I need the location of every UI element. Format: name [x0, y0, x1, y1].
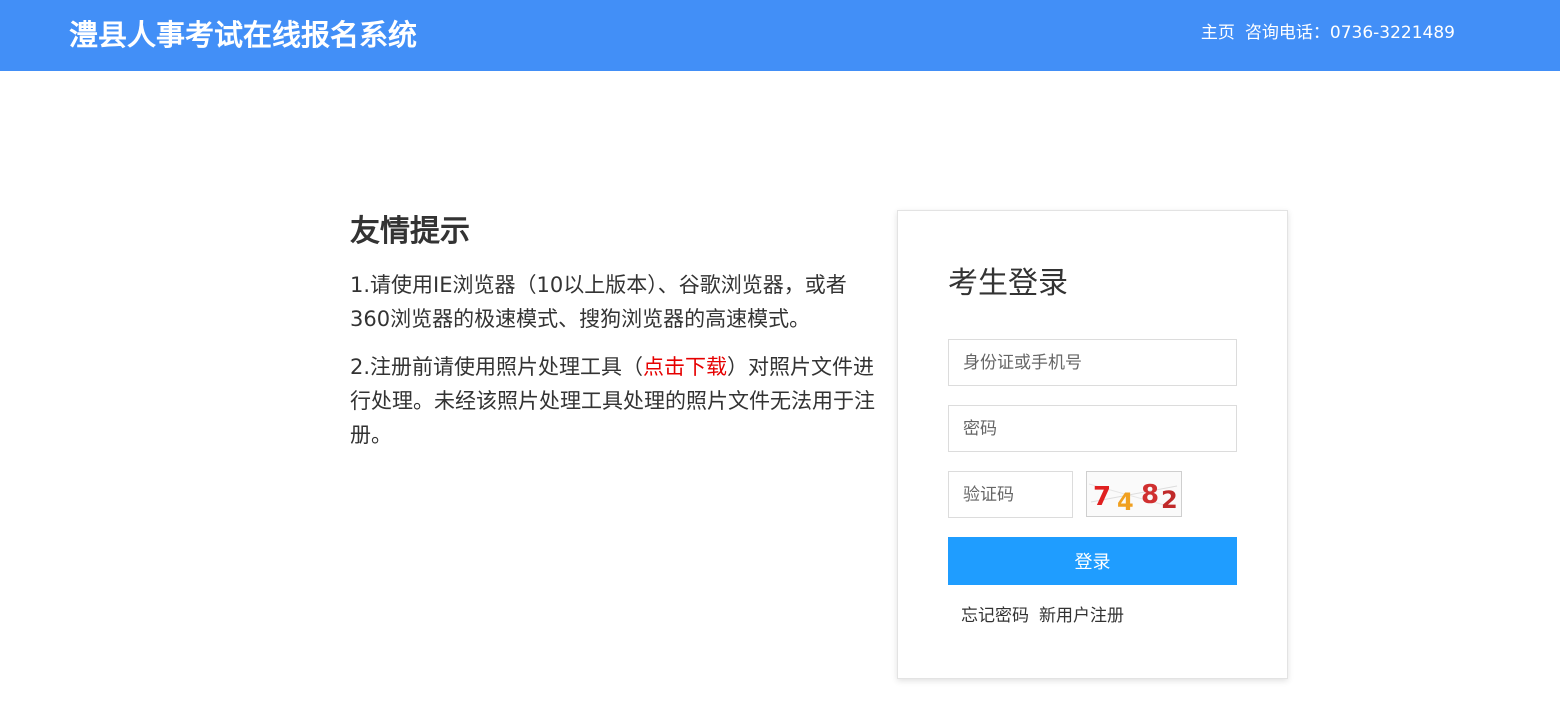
forgot-password-link[interactable]: 忘记密码	[961, 606, 1029, 626]
login-button[interactable]: 登录	[948, 537, 1237, 585]
site-title: 澧县人事考试在线报名系统	[69, 18, 418, 52]
notice-item-photo-tool: 2.注册前请使用照片处理工具（点击下载）对照片文件进行处理。未经该照片处理工具处…	[350, 350, 878, 452]
login-links: 忘记密码 新用户注册	[961, 605, 1124, 627]
notice-item-browser: 1.请使用IE浏览器（10以上版本）、谷歌浏览器，或者360浏览器的极速模式、搜…	[350, 273, 847, 331]
top-header-bar: 澧县人事考试在线报名系统 主页 咨询电话：0736-3221489	[0, 0, 1560, 71]
home-link[interactable]: 主页	[1201, 23, 1235, 43]
login-card: 考生登录 7 4 8 2 登录 忘记密码新用户注册	[897, 210, 1288, 679]
captcha-image[interactable]: 7 4 8 2	[1086, 471, 1182, 517]
register-link[interactable]: 新用户注册	[1039, 606, 1124, 626]
captcha-char: 8	[1141, 480, 1159, 510]
password-input[interactable]	[948, 405, 1237, 452]
notice-title: 友情提示	[350, 214, 470, 249]
captcha-char: 4	[1117, 488, 1134, 516]
captcha-graphic: 7 4 8 2	[1088, 480, 1178, 516]
notice-item-photo-tool-prefix: 2.注册前请使用照片处理工具（	[350, 355, 644, 379]
login-title: 考生登录	[948, 266, 1068, 301]
consult-phone: 咨询电话：0736-3221489	[1244, 23, 1455, 43]
top-nav: 主页 咨询电话：0736-3221489	[1201, 22, 1455, 44]
captcha-input[interactable]	[948, 471, 1073, 518]
download-tool-link[interactable]: 点击下载	[643, 355, 727, 379]
captcha-char: 7	[1093, 482, 1111, 512]
captcha-char: 2	[1161, 486, 1178, 514]
id-or-phone-input[interactable]	[948, 339, 1237, 386]
notice-panel: 友情提示 1.请使用IE浏览器（10以上版本）、谷歌浏览器，或者360浏览器的极…	[350, 212, 878, 466]
